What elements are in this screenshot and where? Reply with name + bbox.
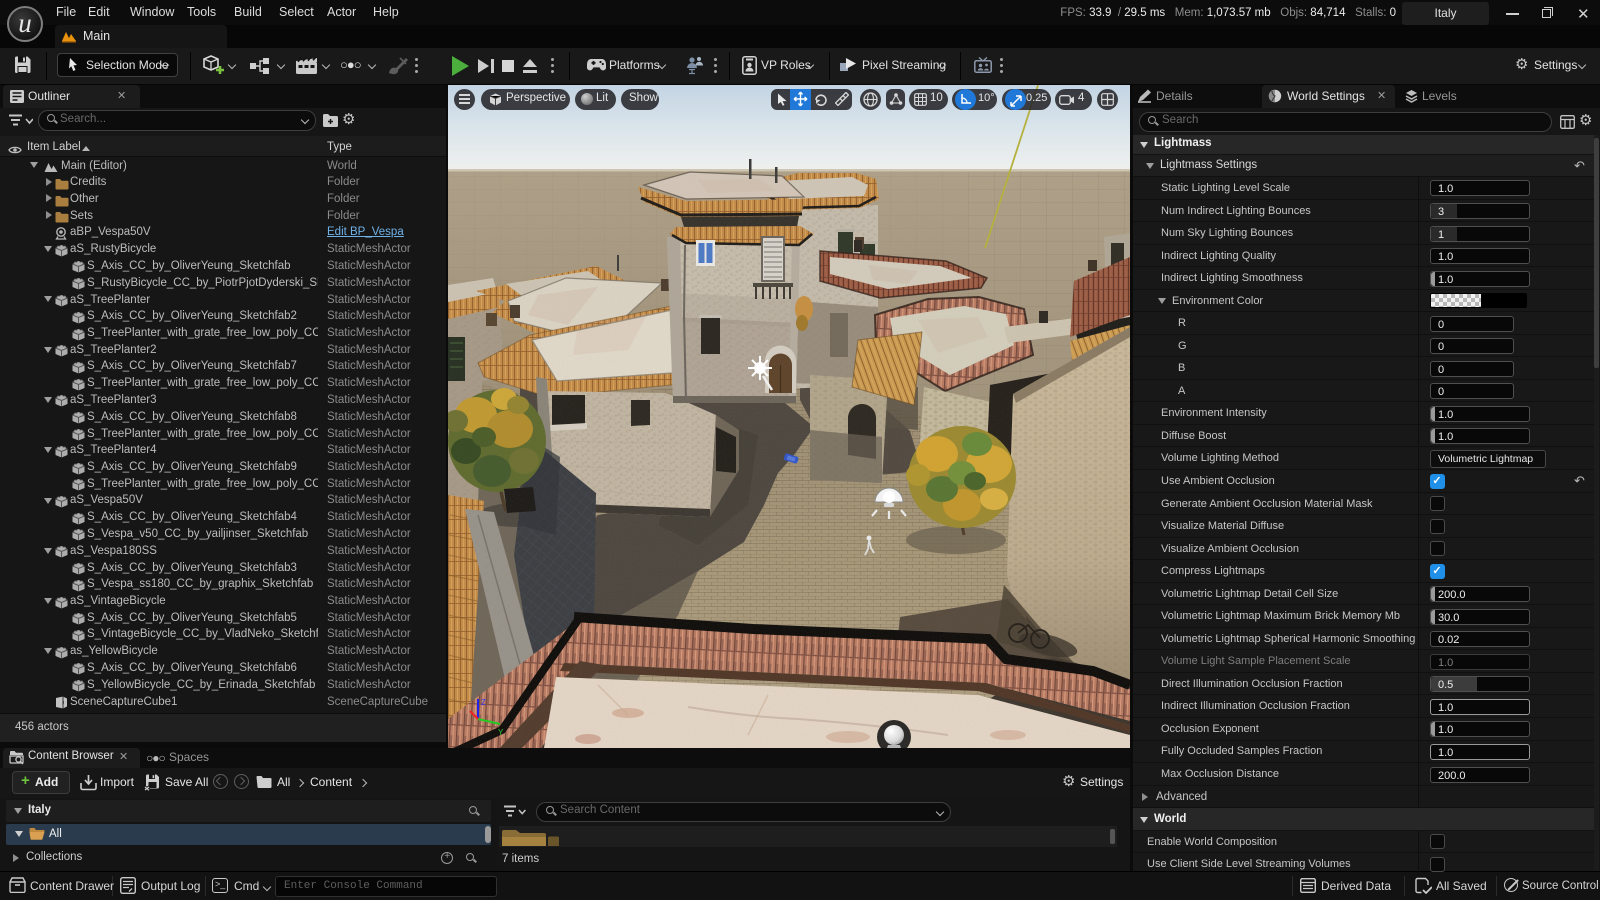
svg-text:Y: Y [498,728,504,737]
svg-text:Z: Z [481,698,486,707]
